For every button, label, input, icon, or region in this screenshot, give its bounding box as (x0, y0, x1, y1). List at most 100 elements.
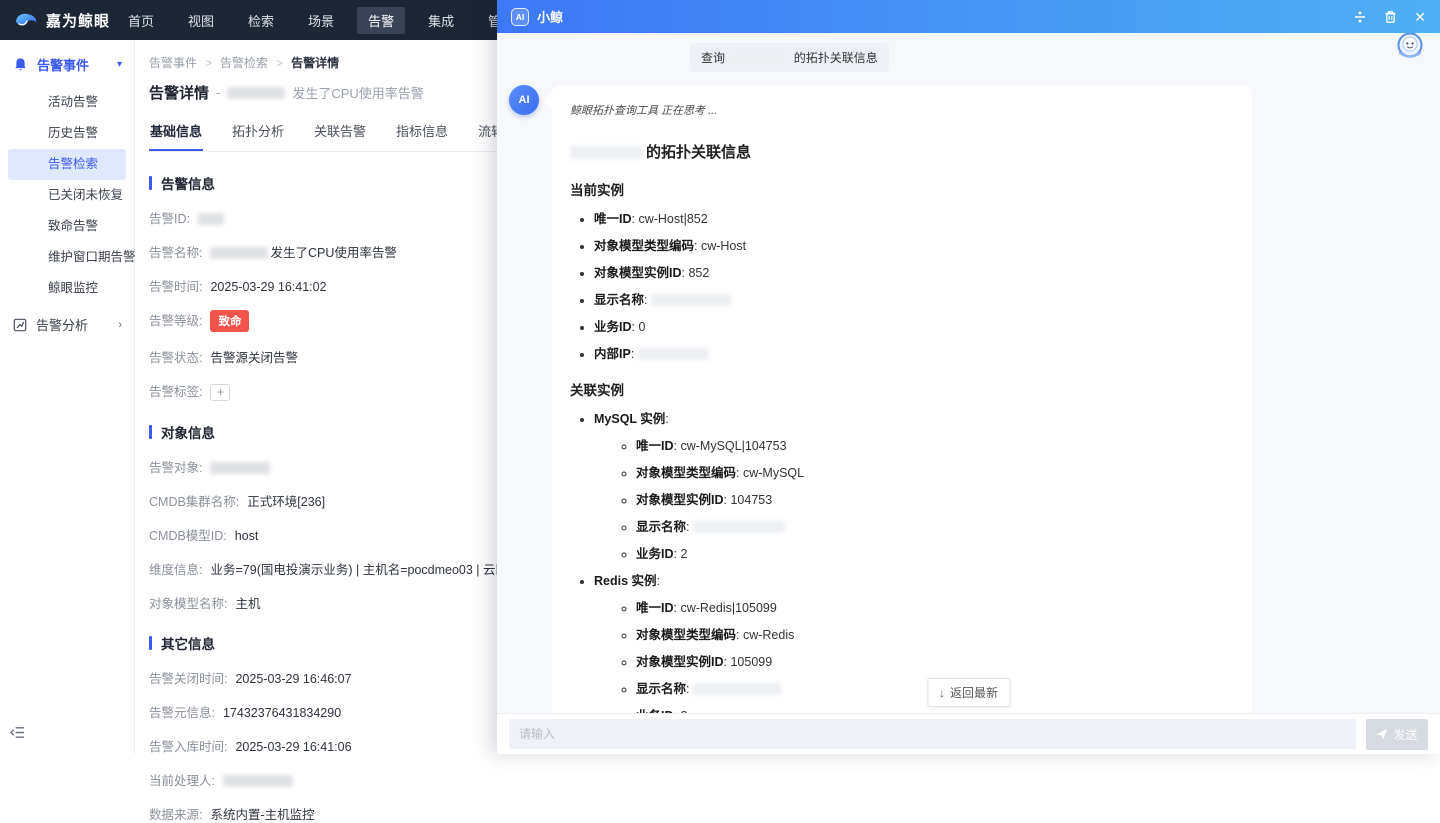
nav-item-search[interactable]: 检索 (237, 7, 285, 34)
message-heading: 的拓扑关联信息 (570, 141, 1228, 162)
list-item: 内部IP: (594, 343, 1228, 362)
tab-metric-info[interactable]: 指标信息 (395, 119, 449, 151)
ai-badge-icon: AI (511, 8, 529, 26)
chat-input-bar: 发送 (497, 713, 1440, 754)
sidebar-item-closed-unrecovered[interactable]: 已关闭未恢复 (0, 180, 134, 211)
breadcrumb-current: 告警详情 (291, 54, 339, 71)
whale-logo-icon (14, 11, 38, 29)
paper-plane-icon (1376, 728, 1388, 740)
list-item: 对象模型实例ID: 852 (594, 262, 1228, 281)
mascot-avatar[interactable] (1394, 33, 1426, 66)
sidebar-item-alert-search[interactable]: 告警检索 (8, 149, 126, 180)
ai-assistant-drawer: AI 小鲸 ✕ 查询 的拓扑关联信息 (497, 0, 1440, 754)
field-current-handler: 当前处理人: (149, 770, 1440, 789)
robot-mascot-icon (1394, 33, 1426, 61)
current-instance-heading: 当前实例 (570, 179, 1228, 199)
list-item: 显示名称: (636, 516, 1228, 535)
list-item: Redis 实例: 唯一ID: cw-Redis|105099 对象模型类型编码… (594, 570, 1228, 713)
sidebar-item-history-alerts[interactable]: 历史告警 (0, 118, 134, 149)
breadcrumb-separator: > (276, 56, 283, 70)
list-item: 对象模型类型编码: cw-Redis (636, 624, 1228, 643)
drawer-header: AI 小鲸 ✕ (497, 0, 1440, 33)
redacted-target (210, 462, 270, 474)
sidebar-item-whaleeye-monitor[interactable]: 鲸眼监控 (0, 273, 134, 304)
redacted-heading-target (570, 146, 642, 159)
ai-avatar-icon: AI (509, 85, 539, 115)
mysql-instance-list: 唯一ID: cw-MySQL|104753 对象模型类型编码: cw-MySQL… (594, 435, 1228, 562)
brand-logo[interactable]: 嘉为鲸眼 (0, 10, 135, 31)
related-instances-heading: 关联实例 (570, 379, 1228, 399)
sidebar-item-active-alerts[interactable]: 活动告警 (0, 87, 134, 118)
drawer-header-actions: ✕ (1353, 10, 1426, 24)
redacted-internal-ip (638, 348, 708, 360)
tab-related-alerts[interactable]: 关联告警 (313, 119, 367, 151)
redacted-alarm-id (198, 213, 224, 225)
sidebar-group-alert-events[interactable]: 告警事件 ▾ (0, 40, 134, 87)
sidebar-group-label: 告警分析 (36, 315, 109, 334)
ai-message-row: AI 鲸眼拓扑查询工具 正在思考 ... 的拓扑关联信息 当前实例 唯一ID: … (509, 85, 1428, 713)
redacted-host-name (210, 247, 268, 259)
tab-topology-analysis[interactable]: 拓扑分析 (231, 119, 285, 151)
breadcrumb-alert-events[interactable]: 告警事件 (149, 54, 197, 71)
chat-scroll-area[interactable]: 查询 的拓扑关联信息 AI 鲸眼拓扑查询工具 正在思考 ... (497, 33, 1440, 713)
page-title-suffix: 发生了CPU使用率告警 (292, 83, 423, 102)
list-item: 对象模型类型编码: cw-MySQL (636, 462, 1228, 481)
list-item: 对象模型实例ID: 105099 (636, 651, 1228, 670)
collapse-menu-icon (10, 726, 25, 739)
redacted-query-target (731, 52, 787, 64)
related-instances-list: MySQL 实例: 唯一ID: cw-MySQL|104753 对象模型类型编码… (570, 408, 1228, 713)
list-item: 唯一ID: cw-Host|852 (594, 208, 1228, 227)
sidebar-group-label: 告警事件 (37, 55, 108, 74)
list-item: 业务ID: 0 (594, 316, 1228, 335)
redis-instance-list: 唯一ID: cw-Redis|105099 对象模型类型编码: cw-Redis… (594, 597, 1228, 713)
nav-item-alerts[interactable]: 告警 (357, 7, 405, 34)
title-dash: - (216, 85, 220, 100)
nav-item-home[interactable]: 首页 (117, 7, 165, 34)
tool-thinking-status: 鲸眼拓扑查询工具 正在思考 ... (570, 102, 1228, 118)
list-item: 业务ID: 2 (636, 543, 1228, 562)
chevron-right-icon: › (118, 319, 122, 331)
ai-message-card: 鲸眼拓扑查询工具 正在思考 ... 的拓扑关联信息 当前实例 唯一ID: cw-… (552, 85, 1252, 713)
back-to-latest-button[interactable]: ↓ 返回最新 (927, 678, 1010, 707)
list-item: 唯一ID: cw-Redis|105099 (636, 597, 1228, 616)
redacted-display-name (651, 294, 731, 306)
clear-chat-trash-icon[interactable] (1384, 10, 1397, 24)
close-icon[interactable]: ✕ (1414, 10, 1426, 24)
list-item: 显示名称: (594, 289, 1228, 308)
chevron-down-icon: ▾ (117, 59, 122, 70)
user-message-row: 查询 的拓扑关联信息 (509, 43, 1428, 72)
nav-item-integrations[interactable]: 集成 (417, 7, 465, 34)
page-title: 告警详情 (149, 82, 209, 103)
sidebar-group-alert-analysis[interactable]: 告警分析 › (0, 304, 134, 344)
breadcrumb-separator: > (205, 56, 212, 70)
user-message-bubble: 查询 的拓扑关联信息 (690, 43, 889, 72)
arrow-down-icon: ↓ (939, 686, 945, 700)
tab-basic-info[interactable]: 基础信息 (149, 119, 203, 151)
sidebar: 告警事件 ▾ 活动告警 历史告警 告警检索 已关闭未恢复 致命告警 维护窗口期告… (0, 40, 135, 754)
redacted-host-name (227, 87, 285, 99)
fatal-badge: 致命 (210, 310, 249, 332)
add-tag-button[interactable]: + (210, 384, 230, 401)
analysis-icon (13, 318, 27, 332)
alarm-bell-icon (13, 57, 28, 72)
assistant-title: 小鲸 (537, 7, 1353, 26)
current-instance-list: 唯一ID: cw-Host|852 对象模型类型编码: cw-Host 对象模型… (570, 208, 1228, 362)
list-item: 对象模型类型编码: cw-Host (594, 235, 1228, 254)
nav-item-scenes[interactable]: 场景 (297, 7, 345, 34)
chat-input[interactable] (509, 719, 1356, 749)
sidebar-collapse-button[interactable] (10, 726, 25, 744)
send-button[interactable]: 发送 (1366, 719, 1428, 750)
redacted-handler (223, 775, 293, 787)
pin-icon[interactable] (1353, 10, 1367, 24)
field-data-source: 数据来源:系统内置-主机监控 (149, 804, 1440, 823)
nav-item-views[interactable]: 视图 (177, 7, 225, 34)
redacted-display-name (693, 521, 785, 533)
list-item: 对象模型实例ID: 104753 (636, 489, 1228, 508)
sidebar-item-fatal-alerts[interactable]: 致命告警 (0, 211, 134, 242)
redacted-display-name (693, 683, 781, 695)
sidebar-item-maintenance-window[interactable]: 维护窗口期告警 (0, 242, 134, 273)
brand-name: 嘉为鲸眼 (46, 10, 110, 31)
list-item: MySQL 实例: 唯一ID: cw-MySQL|104753 对象模型类型编码… (594, 408, 1228, 562)
list-item: 唯一ID: cw-MySQL|104753 (636, 435, 1228, 454)
breadcrumb-alert-search[interactable]: 告警检索 (220, 54, 268, 71)
